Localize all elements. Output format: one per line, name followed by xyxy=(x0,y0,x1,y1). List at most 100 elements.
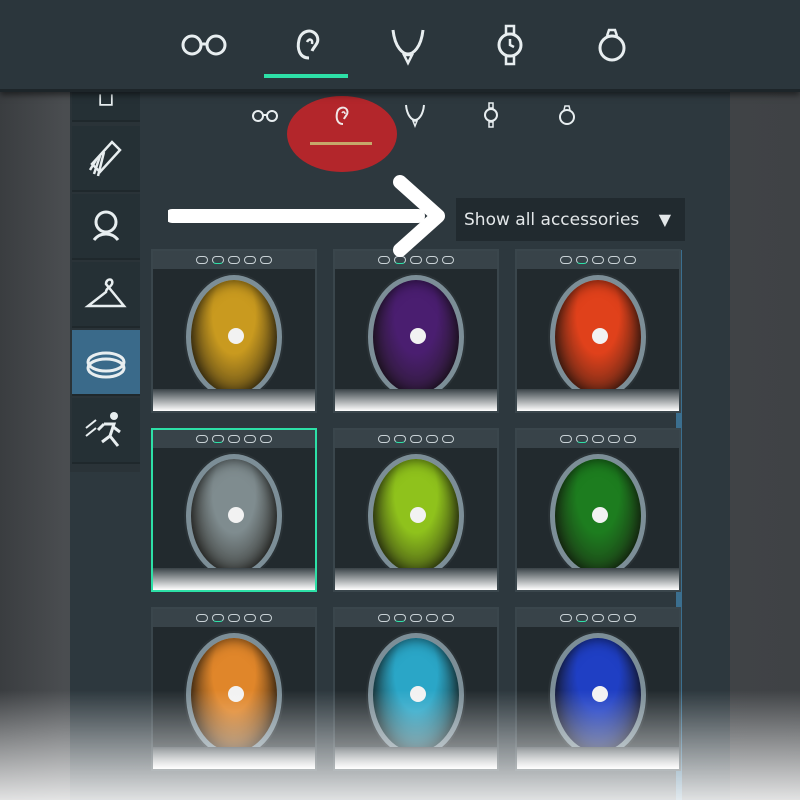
mini-tab-icon xyxy=(624,435,636,443)
accessory-card[interactable] xyxy=(333,607,499,771)
brand-logo-icon xyxy=(410,328,426,344)
lens-preview xyxy=(368,275,464,399)
necklace-icon xyxy=(391,29,425,66)
mini-tab-icon xyxy=(378,614,390,622)
lens-preview xyxy=(186,454,282,578)
small-tab-necklaces[interactable] xyxy=(390,100,440,136)
category-tab-bar-zoomed xyxy=(0,0,800,92)
accessory-card[interactable] xyxy=(515,607,681,771)
mini-tab-icon xyxy=(410,435,422,443)
sidebar-item-animations[interactable] xyxy=(72,398,140,464)
head-icon xyxy=(92,210,120,242)
annotation-arrow xyxy=(168,175,445,257)
ring-icon xyxy=(559,105,575,125)
accessory-card[interactable] xyxy=(151,428,317,592)
mini-tab-icon xyxy=(560,614,572,622)
mini-tab-icon xyxy=(608,435,620,443)
card-shelf xyxy=(517,747,679,769)
brand-logo-icon xyxy=(592,507,608,523)
ring-icon xyxy=(598,28,626,62)
mini-tab-icon xyxy=(394,435,406,443)
accessory-card[interactable] xyxy=(515,428,681,592)
small-tab-watches[interactable] xyxy=(466,100,516,136)
sidebar-item-outfits[interactable] xyxy=(72,262,140,328)
mini-tab-icon xyxy=(592,256,604,264)
mini-tab-icon xyxy=(442,435,454,443)
card-shelf xyxy=(517,568,679,590)
active-tab-underline xyxy=(310,142,372,145)
mini-tab-icon xyxy=(560,256,572,264)
brand-logo-icon xyxy=(592,686,608,702)
tab-necklaces[interactable] xyxy=(366,18,450,78)
mini-tab-icon xyxy=(426,614,438,622)
mini-tab-icon xyxy=(212,614,224,622)
lens-preview xyxy=(550,275,646,399)
tab-earrings[interactable] xyxy=(264,18,348,78)
lens-preview xyxy=(368,454,464,578)
comb-icon xyxy=(88,140,122,177)
small-tab-rings[interactable] xyxy=(542,100,592,136)
card-mini-tabs xyxy=(153,430,315,448)
mini-tab-icon xyxy=(228,435,240,443)
mini-tab-icon xyxy=(624,256,636,264)
mini-tab-icon xyxy=(608,256,620,264)
ear-icon xyxy=(335,106,349,125)
card-mini-tabs xyxy=(153,609,315,627)
brand-logo-icon xyxy=(228,507,244,523)
mini-tab-icon xyxy=(592,614,604,622)
shirt-icon xyxy=(99,94,113,106)
sidebar-item-clothing[interactable] xyxy=(72,92,140,122)
ear-icon xyxy=(296,29,320,60)
lens-preview xyxy=(368,633,464,757)
mini-tab-icon xyxy=(394,614,406,622)
accessory-filter-dropdown[interactable]: Show all accessories ▼ xyxy=(456,198,685,241)
accessory-card[interactable] xyxy=(151,249,317,413)
mini-tab-icon xyxy=(212,435,224,443)
mini-tab-icon xyxy=(576,614,588,622)
mini-tab-icon xyxy=(426,435,438,443)
card-shelf xyxy=(517,389,679,411)
brand-logo-icon xyxy=(228,328,244,344)
mini-tab-icon xyxy=(592,435,604,443)
mini-tab-icon xyxy=(576,256,588,264)
active-tab-underline xyxy=(264,74,348,78)
mini-tab-icon xyxy=(244,435,256,443)
lens-preview xyxy=(186,633,282,757)
tab-watches[interactable] xyxy=(468,18,552,78)
sidebar-item-accessories[interactable] xyxy=(72,330,140,396)
small-tab-glasses[interactable] xyxy=(240,100,290,136)
active-tab-highlight[interactable] xyxy=(287,96,397,172)
mini-tab-icon xyxy=(196,435,208,443)
accessory-card[interactable] xyxy=(333,249,499,413)
mini-tab-icon xyxy=(608,614,620,622)
mini-tab-icon xyxy=(260,614,272,622)
lens-preview xyxy=(186,275,282,399)
card-mini-tabs xyxy=(517,430,679,448)
lens-preview xyxy=(550,454,646,578)
card-shelf xyxy=(335,389,497,411)
brand-logo-icon xyxy=(592,328,608,344)
tab-glasses[interactable] xyxy=(162,18,246,78)
mini-tab-icon xyxy=(442,614,454,622)
sidebar-item-head[interactable] xyxy=(72,194,140,260)
card-mini-tabs xyxy=(335,609,497,627)
tab-rings[interactable] xyxy=(570,18,654,78)
accessory-card[interactable] xyxy=(515,249,681,413)
caret-down-icon: ▼ xyxy=(658,210,671,229)
accessory-ring-icon xyxy=(86,351,126,379)
card-shelf xyxy=(335,747,497,769)
dropdown-label: Show all accessories xyxy=(464,209,640,230)
card-shelf xyxy=(153,389,315,411)
sidebar-item-hair[interactable] xyxy=(72,126,140,192)
mini-tab-icon xyxy=(378,435,390,443)
card-shelf xyxy=(335,568,497,590)
brand-logo-icon xyxy=(410,507,426,523)
mini-tab-icon xyxy=(244,614,256,622)
accessory-card[interactable] xyxy=(151,607,317,771)
watch-icon xyxy=(484,102,498,128)
lens-preview xyxy=(550,633,646,757)
mini-tab-icon xyxy=(560,435,572,443)
sidebar xyxy=(70,92,140,472)
glasses-icon xyxy=(252,110,278,122)
accessory-card[interactable] xyxy=(333,428,499,592)
